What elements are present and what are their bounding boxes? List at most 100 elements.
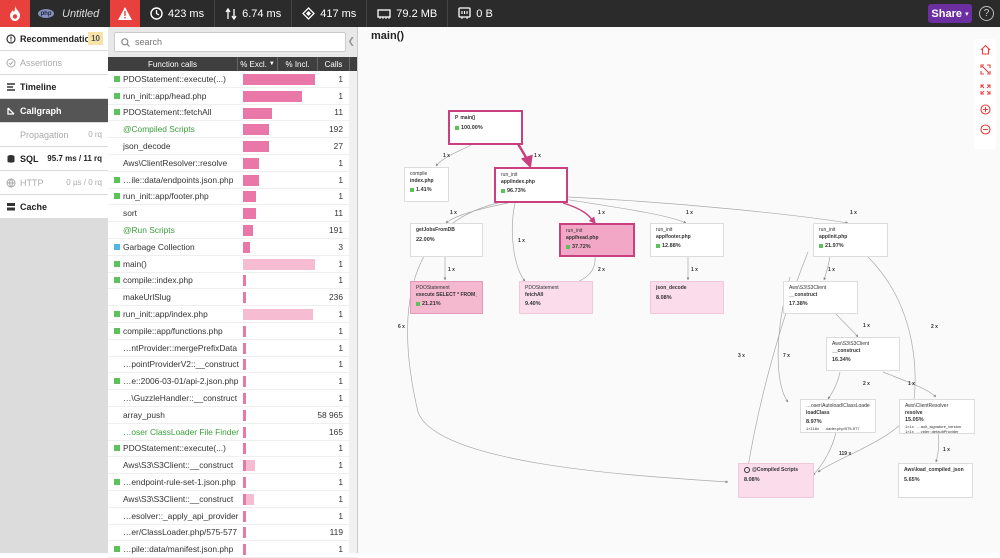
help-icon[interactable]: ? xyxy=(979,6,994,21)
node-main[interactable]: Pmain() 100.00% xyxy=(448,110,523,145)
function-name: PDOStatement::fetchAll xyxy=(123,107,212,118)
node-name: fetchAll xyxy=(525,291,544,298)
table-row[interactable]: array_push 58 965 xyxy=(108,407,357,424)
table-row[interactable]: run_init::app/index.php 1 xyxy=(108,306,357,323)
table-row[interactable]: PDOStatement::execute(...) 1 xyxy=(108,71,357,88)
table-row[interactable]: compile::index.php 1 xyxy=(108,273,357,290)
node-run-init-head[interactable]: run_init app/head.php 37.72% xyxy=(559,223,635,257)
scrollbar[interactable] xyxy=(349,71,357,553)
node-pdo-fetchall[interactable]: PDOStatement fetchAll 9.40% xyxy=(519,281,593,314)
node-s3client-a[interactable]: Aws\S3\S3Client __construct 17.38% xyxy=(783,281,858,314)
metric-network[interactable]: 0 B xyxy=(448,0,503,27)
node-json-decode[interactable]: json_decode 8.08% xyxy=(650,281,724,314)
table-row[interactable]: PDOStatement::execute(...) 1 xyxy=(108,441,357,458)
node-pdo-execute[interactable]: PDOStatement execute SELECT * FROM jobs … xyxy=(410,281,483,314)
table-row[interactable]: run_init::app/head.php 1 xyxy=(108,88,357,105)
collapse-panel-icon[interactable]: ❮ xyxy=(347,36,355,47)
nav-sql[interactable]: SQL 95.7 ms / 11 rq xyxy=(0,147,108,171)
header-calls[interactable]: Calls xyxy=(318,57,350,71)
search-box[interactable] xyxy=(114,32,346,52)
metric-wall-time[interactable]: 423 ms xyxy=(140,0,216,27)
table-row[interactable]: makeUrlSlug 236 xyxy=(108,289,357,307)
cost-bar xyxy=(241,373,311,389)
call-count: 1 xyxy=(338,460,343,471)
node-run-init-index[interactable]: run_init app/index.php 96.73% xyxy=(494,167,568,203)
node-classloader[interactable]: …oser\Autoload\ClassLoader loadClass 8.9… xyxy=(800,399,876,433)
node-compile-index[interactable]: compile index.php 1.41% xyxy=(404,167,449,202)
table-row[interactable]: …esolver::_apply_api_provider 1 xyxy=(108,508,357,525)
zoom-in-icon[interactable] xyxy=(974,99,996,119)
status-dot xyxy=(819,244,823,249)
excl-bar xyxy=(243,443,247,455)
nav-cache[interactable]: Cache xyxy=(0,195,108,219)
call-count: 1 xyxy=(338,191,343,202)
edge-label: 1 x xyxy=(443,153,450,159)
table-row[interactable]: …ile::data/endpoints.json.php 1 xyxy=(108,172,357,189)
node-pct: 21.21% xyxy=(422,301,441,307)
edge xyxy=(516,143,533,169)
search-input[interactable] xyxy=(135,37,335,47)
function-name: …er/ClassLoader.php/575-577 xyxy=(123,527,238,538)
table-row[interactable]: …ntProvider::mergePrefixData 1 xyxy=(108,340,357,357)
table-row[interactable]: sort 11 xyxy=(108,205,357,223)
table-row[interactable]: main() 1 xyxy=(108,256,357,273)
warning-icon xyxy=(118,7,132,20)
cost-bar xyxy=(241,105,311,121)
table-row[interactable]: …oser ClassLoader File Finder 165 xyxy=(108,424,357,441)
table-row[interactable]: …pointProviderV2::__construct 1 xyxy=(108,357,357,374)
table-row[interactable]: Garbage Collection 3 xyxy=(108,239,357,256)
fit-screen-icon[interactable] xyxy=(974,79,996,99)
nav-propagation[interactable]: Propagation 0 rq xyxy=(0,123,108,147)
table-row[interactable]: compile::app/functions.php 1 xyxy=(108,323,357,340)
node-getjobs[interactable]: getJobsFromDB 22.00% xyxy=(410,223,483,257)
warning-button[interactable] xyxy=(110,0,140,27)
node-load-compiled-json[interactable]: Aws\load_compiled_json 5.65% xyxy=(898,463,973,498)
callgraph-canvas[interactable]: main() P main() 100.00% compile index.ph… xyxy=(358,27,1000,553)
table-row[interactable]: Aws\ClientResolver::resolve 1 xyxy=(108,155,357,172)
node-pct: 37.72% xyxy=(572,244,591,250)
nav-label: Callgraph xyxy=(20,105,62,116)
metric-cpu[interactable]: 417 ms xyxy=(292,0,368,27)
table-row[interactable]: …\GuzzleHandler::__construct 1 xyxy=(108,390,357,407)
header-incl[interactable]: % Incl. xyxy=(278,57,318,71)
profile-title[interactable]: Untitled xyxy=(62,8,110,20)
table-row[interactable]: PDOStatement::fetchAll 11 xyxy=(108,105,357,122)
table-row[interactable]: …endpoint-rule-set-1.json.php 1 xyxy=(108,474,357,491)
node-run-init-footer[interactable]: run_init app/footer.php 12.88% xyxy=(650,223,724,257)
table-row[interactable]: json_decode 27 xyxy=(108,138,357,155)
metric-io-wait[interactable]: 6.74 ms xyxy=(215,0,293,27)
expand-icon[interactable] xyxy=(974,59,996,79)
row-marker xyxy=(114,429,120,435)
cost-bar xyxy=(241,256,315,272)
flame-icon xyxy=(10,6,20,21)
table-row[interactable]: …e::2006-03-01/api-2.json.php 1 xyxy=(108,373,357,391)
table-row[interactable]: @Compiled Scripts 192 xyxy=(108,121,357,139)
node-compiled-scripts[interactable]: @Compiled Scripts 8.08% xyxy=(738,463,814,498)
nav-assertions[interactable]: Assertions xyxy=(0,51,108,75)
nav-http[interactable]: HTTP 0 µs / 0 rq xyxy=(0,171,108,195)
blackfire-logo[interactable] xyxy=(0,0,30,27)
table-row[interactable]: Aws\S3\S3Client::__construct 1 xyxy=(108,491,357,508)
metric-memory[interactable]: 79.2 MB xyxy=(367,0,449,27)
node-run-init-init[interactable]: run_init app/init.php 21.97% xyxy=(813,223,888,257)
zoom-out-icon[interactable] xyxy=(974,119,996,139)
table-row[interactable]: …er/ClassLoader.php/575-577 119 xyxy=(108,525,357,542)
table-row[interactable]: @Run Scripts 191 xyxy=(108,222,357,239)
header-excl[interactable]: % Excl. ▼ xyxy=(238,57,278,71)
node-s3client-b[interactable]: Aws\S3\S3Client __construct 16.34% xyxy=(826,337,900,371)
nav-callgraph[interactable]: Callgraph xyxy=(0,99,108,123)
table-row[interactable]: run_init::app/footer.php 1 xyxy=(108,189,357,206)
nav-timeline[interactable]: Timeline xyxy=(0,75,108,99)
row-marker xyxy=(114,496,120,502)
nav-recommendations[interactable]: Recommendations 10 xyxy=(0,27,108,51)
node-client-resolver[interactable]: Aws\ClientResolver resolve 15.05% 1×1x …a… xyxy=(899,399,975,434)
header-function-calls[interactable]: Function calls xyxy=(108,57,238,71)
edge-label: 1 x xyxy=(908,381,915,387)
home-icon[interactable] xyxy=(974,39,996,59)
table-row[interactable]: …pile::data/manifest.json.php 1 xyxy=(108,541,357,558)
share-button[interactable]: Share ▾ xyxy=(928,4,972,23)
function-name: …esolver::_apply_api_provider xyxy=(123,510,239,521)
node-name: main() xyxy=(460,115,476,121)
table-row[interactable]: Aws\S3\S3Client::__construct 1 xyxy=(108,457,357,475)
status-dot xyxy=(566,245,570,250)
